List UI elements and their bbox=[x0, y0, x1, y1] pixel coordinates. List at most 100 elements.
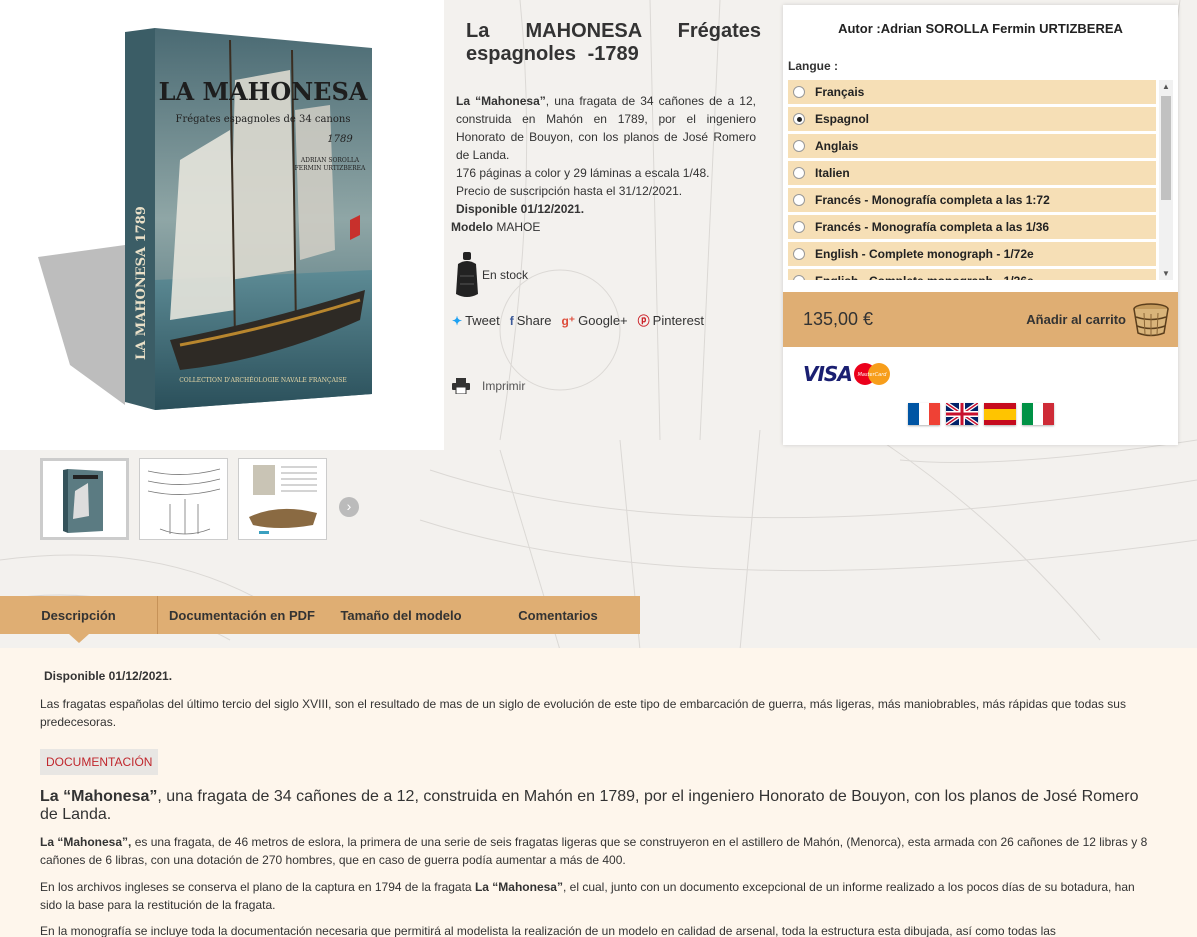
product-title: La MAHONESA Frégates espagnoles -1789 bbox=[466, 20, 761, 65]
language-option-label: English - Complete monograph - 1/72e bbox=[815, 247, 1034, 261]
radio-button[interactable] bbox=[793, 221, 805, 233]
tab-tamano-modelo[interactable]: Tamaño del modelo bbox=[326, 596, 476, 634]
language-option-label: Francés - Monografía completa a las 1:72 bbox=[815, 193, 1050, 207]
radio-button[interactable] bbox=[793, 275, 805, 280]
tab-descripcion[interactable]: Descripción bbox=[0, 596, 157, 643]
mastercard-logo: MasterCard bbox=[853, 363, 890, 385]
share-label: Share bbox=[516, 313, 552, 328]
language-option-label: Français bbox=[815, 85, 865, 99]
thumbnail-pages[interactable] bbox=[238, 458, 327, 540]
product-info: La MAHONESA Frégates espagnoles -1789 La… bbox=[444, 0, 784, 450]
thumbnail-cover-image bbox=[63, 469, 103, 533]
model-value: MAHOE bbox=[496, 220, 541, 234]
language-option[interactable]: Francés - Monografía completa a las 1/36 bbox=[788, 215, 1156, 239]
language-option[interactable]: Français bbox=[788, 80, 1156, 104]
tweet-label: Tweet bbox=[465, 313, 500, 328]
pinterest-icon: ⓟ bbox=[637, 314, 650, 328]
tab-comentarios[interactable]: Comentarios bbox=[476, 596, 640, 634]
language-option-label: Anglais bbox=[815, 139, 859, 153]
language-option[interactable]: English - Complete monograph - 1/72e bbox=[788, 242, 1156, 266]
pinterest-label: Pinterest bbox=[652, 313, 704, 328]
language-option[interactable]: Francés - Monografía completa a las 1:72 bbox=[788, 188, 1156, 212]
short-description: La “Mahonesa”, una fragata de 34 cañones… bbox=[456, 92, 756, 218]
book-cover-image[interactable]: LA MAHONESA Frégates espagnoles de 34 ca… bbox=[30, 20, 430, 430]
radio-button[interactable] bbox=[793, 113, 805, 125]
print-button[interactable]: Imprimir bbox=[452, 378, 525, 394]
scroll-up-icon[interactable]: ▲ bbox=[1162, 82, 1170, 91]
italian-flag-icon[interactable] bbox=[1022, 403, 1055, 425]
payment-methods: VISA MasterCard bbox=[803, 362, 892, 386]
language-option-label: Espagnol bbox=[815, 112, 870, 126]
cover-collection: COLLECTION D'ARCHÉOLOGIE NAVALE FRANÇAIS… bbox=[179, 376, 347, 384]
documentation-badge: DOCUMENTACIÓN bbox=[40, 749, 159, 775]
cover-author-2: FERMIN URTIZBEREA bbox=[295, 165, 366, 172]
cover-title: LA MAHONESA bbox=[159, 77, 368, 106]
language-list-scrollbar[interactable]: ▲ ▼ bbox=[1159, 80, 1173, 280]
thumbnail-pages-image bbox=[249, 465, 317, 534]
spanish-flag-icon[interactable] bbox=[984, 403, 1016, 425]
thumbnail-plans[interactable] bbox=[139, 458, 228, 540]
pinterest-button[interactable]: ⓟ Pinterest bbox=[638, 312, 704, 329]
language-option-label: Italien bbox=[815, 166, 850, 180]
price-bar: 135,00 € Añadir al carrito bbox=[783, 292, 1178, 347]
scrollbar-thumb[interactable] bbox=[1161, 96, 1171, 200]
radio-button[interactable] bbox=[793, 194, 805, 206]
product-price: 135,00 € bbox=[803, 309, 874, 329]
language-label: Langue : bbox=[788, 59, 838, 73]
scroll-down-icon[interactable]: ▼ bbox=[1162, 269, 1170, 278]
language-option-label: English - Complete monograph - 1/36e bbox=[815, 274, 1034, 280]
thumbnail-cover[interactable] bbox=[40, 458, 129, 540]
language-option-label: Francés - Monografía completa a las 1/36 bbox=[815, 220, 1050, 234]
short-desc-text-2: 176 páginas a color y 29 láminas a escal… bbox=[456, 166, 710, 180]
radio-button[interactable] bbox=[793, 86, 805, 98]
documentation-heading: La “Mahonesa”, una fragata de 34 cañones… bbox=[40, 788, 1160, 824]
description-paragraph-1: La “Mahonesa”, es una fragata, de 46 met… bbox=[40, 833, 1150, 869]
author-line: Autor :Adrian SOROLLA Fermin URTIZBEREA bbox=[838, 21, 1123, 36]
cover-author-1: ADRIAN SOROLLA bbox=[300, 157, 360, 164]
language-option[interactable]: Anglais bbox=[788, 134, 1156, 158]
model-label: Modelo bbox=[451, 220, 493, 234]
paragraph-2-text-1: En los archivos ingleses se conserva el … bbox=[40, 880, 475, 894]
radio-button[interactable] bbox=[793, 167, 805, 179]
short-desc-available: Disponible 01/12/2021. bbox=[456, 202, 585, 216]
french-flag-icon[interactable] bbox=[908, 403, 941, 425]
google-plus-button[interactable]: g⁺ Google+ bbox=[561, 312, 627, 329]
short-desc-name: La “Mahonesa” bbox=[456, 94, 546, 108]
add-to-cart-label: Añadir al carrito bbox=[1026, 312, 1126, 327]
heading-text: , una fragata de 34 cañones de a 12, con… bbox=[40, 788, 1139, 823]
paragraph-2-name: La “Mahonesa” bbox=[474, 880, 563, 894]
stock-figurine-icon bbox=[456, 252, 478, 297]
description-paragraph-2: En los archivos ingleses se conserva el … bbox=[40, 878, 1150, 914]
language-flags bbox=[908, 403, 1055, 425]
facebook-share-button[interactable]: f Share bbox=[510, 312, 552, 329]
mastercard-label: MasterCard bbox=[857, 372, 887, 378]
language-option[interactable]: Espagnol bbox=[788, 107, 1156, 131]
short-desc-text-3: Precio de suscripción hasta el 31/12/202… bbox=[456, 184, 683, 198]
radio-button[interactable] bbox=[793, 140, 805, 152]
thumbnail-next-arrow-icon[interactable]: › bbox=[339, 497, 359, 517]
description-intro: Las fragatas españolas del último tercio… bbox=[40, 697, 1126, 729]
google-plus-icon: g⁺ bbox=[561, 313, 576, 328]
language-option[interactable]: English - Complete monograph - 1/36e bbox=[788, 269, 1156, 280]
facebook-icon: f bbox=[509, 313, 514, 328]
description-paragraph-3: En la monografía se incluye toda la docu… bbox=[40, 924, 1056, 937]
radio-button[interactable] bbox=[793, 248, 805, 260]
model-reference: Modelo MAHOE bbox=[451, 220, 540, 234]
stock-label: En stock bbox=[482, 268, 529, 282]
paragraph-1-name: La “Mahonesa”, bbox=[40, 835, 132, 849]
buy-box: Autor :Adrian SOROLLA Fermin URTIZBEREA … bbox=[783, 5, 1178, 445]
google-plus-label: Google+ bbox=[578, 313, 628, 328]
tweet-button[interactable]: ✦ Tweet bbox=[452, 312, 500, 329]
language-option[interactable]: Italien bbox=[788, 161, 1156, 185]
share-bar: ✦ Tweet f Share g⁺ Google+ ⓟ Pinterest bbox=[452, 312, 704, 329]
cover-spine-title: LA MAHONESA 1789 bbox=[134, 206, 149, 360]
heading-name: La “Mahonesa” bbox=[40, 788, 158, 805]
tab-documentacion-pdf[interactable]: Documentación en PDF bbox=[158, 596, 326, 634]
thumbnail-plans-image bbox=[147, 468, 221, 535]
product-tabs: Descripción Documentación en PDF Tamaño … bbox=[0, 596, 640, 643]
language-options-list[interactable]: Français Espagnol Anglais Italien Francés - … bbox=[788, 80, 1173, 280]
add-to-cart-button[interactable]: Añadir al carrito bbox=[1026, 302, 1170, 337]
visa-logo: VISA bbox=[803, 362, 853, 386]
description-panel: Disponible 01/12/2021. Las fragatas espa… bbox=[0, 648, 1197, 937]
uk-flag-icon[interactable] bbox=[946, 403, 978, 425]
